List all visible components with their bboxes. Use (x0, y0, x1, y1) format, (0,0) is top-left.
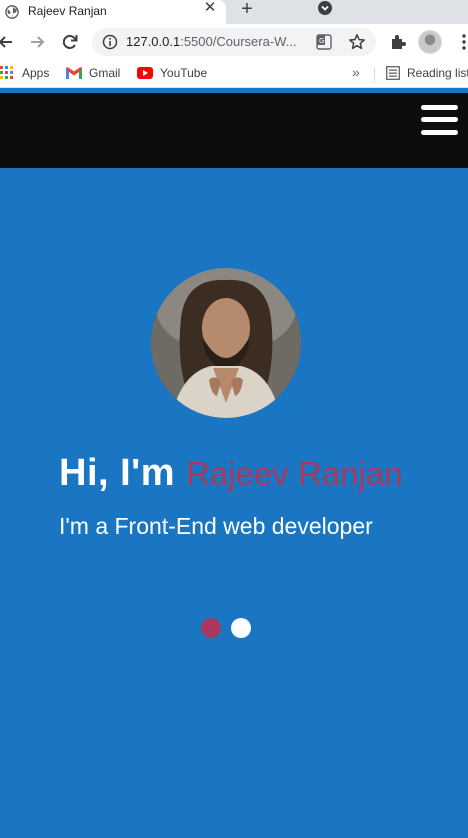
bookmark-apps[interactable]: Apps (0, 66, 49, 80)
browser-tab[interactable]: Rajeev Ranjan ✕ (0, 0, 226, 24)
tab-search-icon[interactable] (317, 0, 333, 16)
portrait-image (151, 268, 301, 418)
translate-icon[interactable]: G (316, 34, 332, 50)
tab-title: Rajeev Ranjan (28, 4, 107, 18)
reading-list-icon (386, 66, 400, 80)
info-icon[interactable] (102, 34, 118, 50)
svg-text:G: G (319, 37, 324, 45)
reload-icon[interactable] (60, 32, 80, 52)
bookmark-gmail-label: Gmail (89, 66, 121, 80)
hamburger-menu-icon[interactable] (421, 105, 458, 135)
address-bar[interactable]: 127.0.0.1:5500/Coursera-W... G (92, 28, 376, 56)
profile-photo (151, 268, 301, 418)
bookmarks-bar: Apps Gmail YouTube » Reading list (0, 60, 468, 88)
reading-list[interactable]: Reading list (386, 66, 468, 80)
url-text[interactable]: 127.0.0.1:5500/Coursera-W... (126, 34, 297, 49)
reading-list-label: Reading list (407, 66, 468, 80)
bookmark-youtube-label: YouTube (160, 66, 208, 80)
carousel-dot-1[interactable] (201, 618, 221, 638)
apps-grid-icon (0, 66, 13, 79)
hero-tagline: I'm a Front-End web developer (59, 513, 373, 539)
bookmark-youtube[interactable]: YouTube (137, 66, 207, 80)
extensions-puzzle-icon[interactable] (388, 32, 408, 52)
greeting-text: Hi, I'm (59, 452, 175, 494)
more-menu-icon[interactable] (454, 32, 468, 52)
hero-name: Rajeev Ranjan (186, 455, 403, 492)
carousel-dot-2[interactable] (231, 618, 251, 638)
gmail-icon (66, 67, 82, 79)
tab-close-icon[interactable]: ✕ (201, 0, 219, 18)
browser-toolbar: 127.0.0.1:5500/Coursera-W... G (0, 24, 468, 60)
new-tab-button[interactable]: + (236, 0, 258, 20)
back-arrow-icon[interactable] (0, 32, 16, 52)
forward-arrow-icon[interactable] (28, 32, 48, 52)
url-path: :5500/Coursera-W... (180, 34, 297, 49)
profile-avatar[interactable] (418, 30, 442, 54)
bookmark-star-icon[interactable] (348, 33, 366, 51)
site-header (0, 93, 468, 168)
url-host: 127.0.0.1 (126, 34, 181, 49)
bookmarks-divider (374, 67, 375, 83)
bookmark-gmail[interactable]: Gmail (66, 66, 120, 80)
hero-greeting: Hi, I'm Rajeev Ranjan (59, 452, 403, 495)
bookmark-apps-label: Apps (22, 66, 50, 80)
globe-icon (5, 5, 19, 19)
tab-strip: Rajeev Ranjan ✕ + (0, 0, 468, 24)
youtube-icon (137, 67, 153, 79)
bookmarks-overflow-icon[interactable]: » (352, 64, 360, 80)
